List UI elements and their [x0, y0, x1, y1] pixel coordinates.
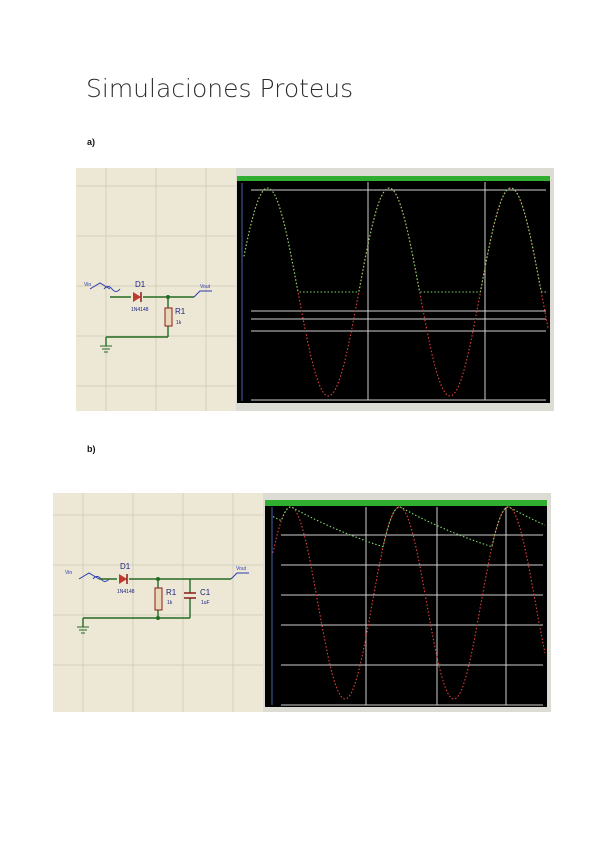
- vin-label-b: Vin: [65, 570, 72, 576]
- resistor-value-a: 1k: [176, 320, 182, 326]
- vout-label-a: Vout: [200, 284, 211, 290]
- resistor-value-b: 1k: [167, 600, 173, 606]
- diode-part-a: 1N4148: [131, 307, 149, 313]
- resistor-r1-a: [164, 307, 173, 327]
- figure-b-canvas: Vin D1 1N4148 R1 1k C1 1uF Vout: [53, 493, 551, 712]
- junction-top-b: [156, 577, 160, 581]
- section-a-label: a): [87, 137, 96, 147]
- figure-b: Vin D1 1N4148 R1 1k C1 1uF Vout: [53, 493, 551, 712]
- capacitor-value-b: 1uF: [201, 600, 210, 606]
- section-b-label: b): [87, 444, 96, 454]
- figure-a: Vin D1 1N4148 R1 1k Vout: [76, 168, 554, 411]
- diode-name-a: D1: [135, 280, 146, 289]
- vin-label-a: Vin: [84, 282, 91, 288]
- scope-header-b: [265, 500, 547, 506]
- diode-name-b: D1: [120, 562, 131, 571]
- resistor-name-a: R1: [175, 307, 186, 316]
- page-title: Simulaciones Proteus: [86, 74, 354, 103]
- scope-screen-a: [237, 176, 550, 403]
- junction-bottom-b: [156, 616, 160, 620]
- scope-header-a: [237, 176, 550, 181]
- scope-screen-b: [265, 500, 547, 707]
- capacitor-name-b: C1: [200, 588, 211, 597]
- figure-a-canvas: Vin D1 1N4148 R1 1k Vout: [76, 168, 554, 411]
- vout-label-b: Vout: [236, 566, 247, 572]
- resistor-r1-b: [154, 587, 163, 611]
- diode-part-b: 1N4148: [117, 589, 135, 595]
- junction-a: [166, 295, 170, 299]
- resistor-name-b: R1: [166, 588, 177, 597]
